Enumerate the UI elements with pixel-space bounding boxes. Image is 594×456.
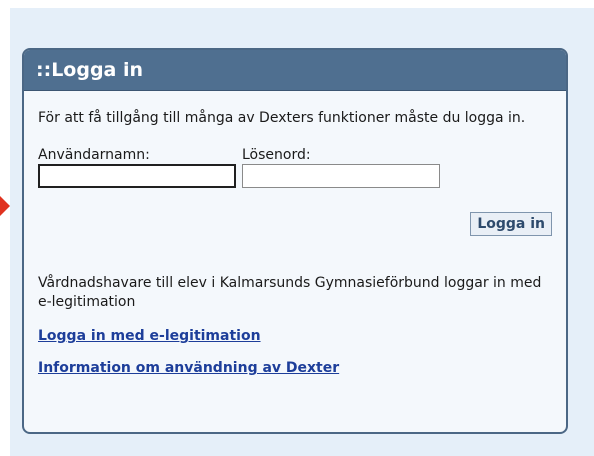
login-panel-title: ::Logga in xyxy=(24,50,566,91)
eid-login-link[interactable]: Logga in med e-legitimation xyxy=(38,328,552,344)
page: ::Logga in För att få tillgång till mång… xyxy=(0,0,594,456)
login-button-row: Logga in xyxy=(38,212,552,236)
login-panel-body: För att få tillgång till många av Dexter… xyxy=(24,91,566,376)
login-panel: ::Logga in För att få tillgång till mång… xyxy=(22,48,568,434)
password-label: Lösenord: xyxy=(242,147,311,163)
guardian-info-text: Vårdnadshavare till elev i Kalmarsunds G… xyxy=(38,275,542,310)
username-input[interactable] xyxy=(38,164,236,188)
username-label: Användarnamn: xyxy=(38,147,150,163)
dexter-info-link[interactable]: Information om användning av Dexter xyxy=(38,360,552,376)
username-field-group: Användarnamn: xyxy=(38,147,236,188)
login-button[interactable]: Logga in xyxy=(470,212,552,236)
password-input[interactable] xyxy=(242,164,440,188)
credential-fields: Användarnamn: Lösenord: xyxy=(38,147,552,188)
pointer-arrow-icon xyxy=(0,196,10,216)
login-intro-text: För att få tillgång till många av Dexter… xyxy=(38,110,526,126)
password-field-group: Lösenord: xyxy=(242,147,440,188)
